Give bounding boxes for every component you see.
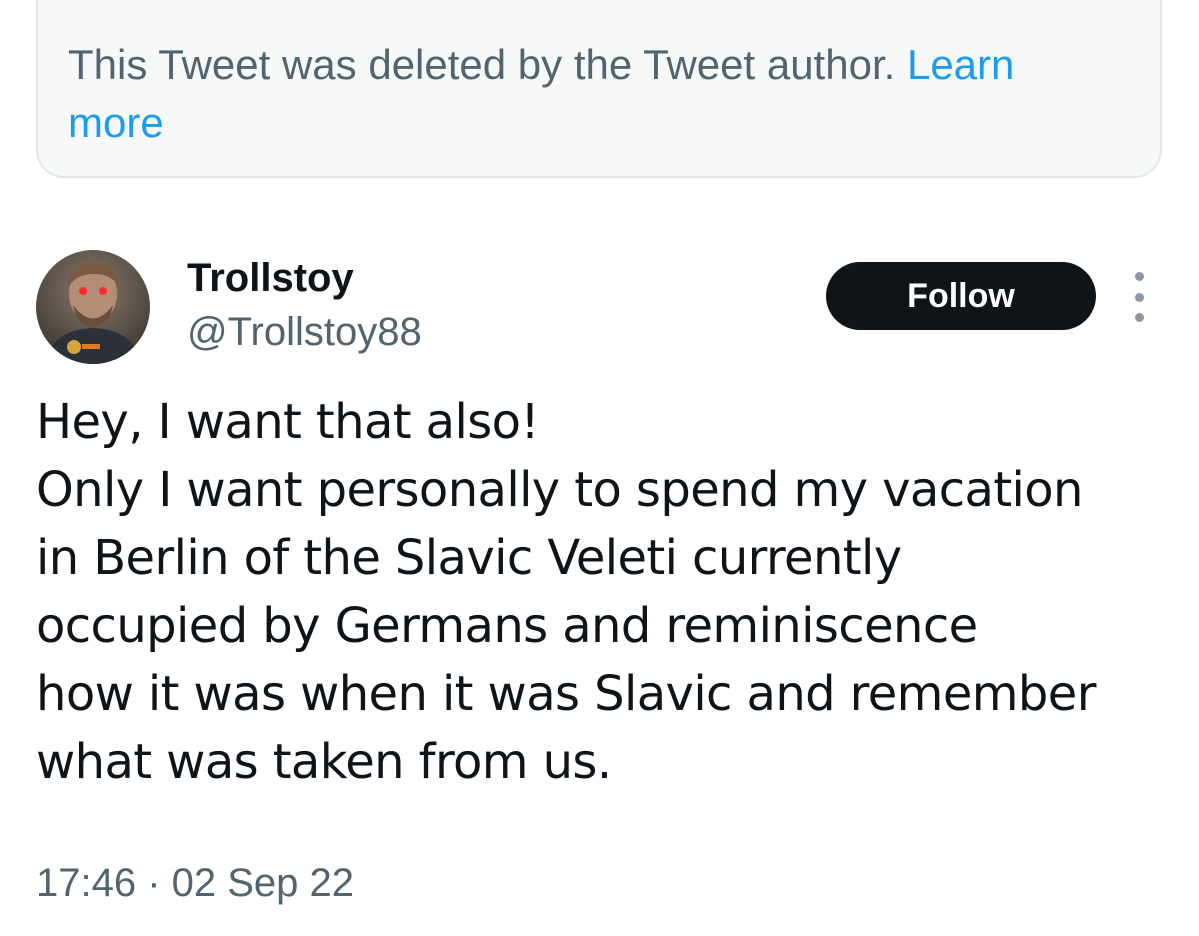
more-vertical-icon[interactable] (1124, 272, 1154, 322)
more-dot (1134, 292, 1144, 302)
tweet-line: Only I want personally to spend my vacat… (36, 462, 1083, 518)
follow-button[interactable]: Follow (826, 262, 1096, 330)
tweet-line: occupied by Germans and reminiscence (36, 598, 978, 654)
author-display-name[interactable]: Trollstoy (187, 254, 354, 302)
tweet-line: Hey, I want that also! (36, 394, 540, 450)
more-dot (1134, 272, 1144, 281)
author-handle[interactable]: @Trollstoy88 (187, 308, 422, 356)
tweet-line: in Berlin of the Slavic Veleti currently (36, 530, 902, 586)
avatar-image (36, 250, 150, 364)
tweet-line: how it was when it was Slavic and rememb… (36, 666, 1096, 722)
deleted-notice-text: This Tweet was deleted by the Tweet auth… (68, 41, 907, 88)
tweet-line: what was taken from us. (36, 734, 612, 790)
tweet-timestamp[interactable]: 17:46 · 02 Sep 22 (36, 856, 354, 910)
deleted-tweet-notice: This Tweet was deleted by the Tweet auth… (36, 0, 1162, 178)
avatar[interactable] (36, 250, 150, 364)
more-dot (1134, 313, 1144, 322)
tweet-text: Hey, I want that also! Only I want perso… (36, 388, 1176, 796)
